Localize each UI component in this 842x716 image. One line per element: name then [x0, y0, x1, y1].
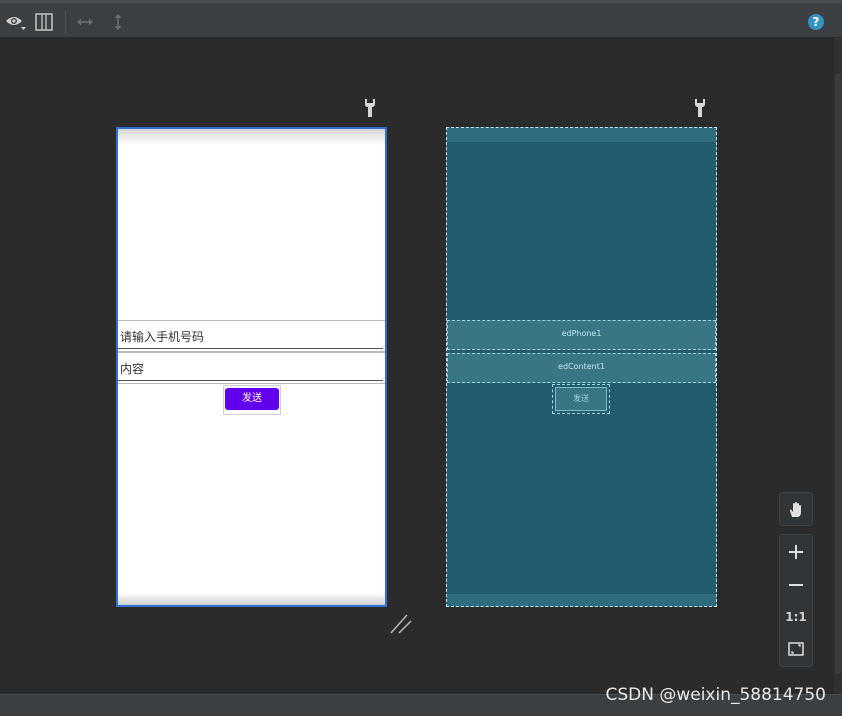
edittext-underline [118, 348, 383, 349]
blueprint-phone-edittext[interactable]: edPhone1 [447, 320, 716, 350]
content-hint-text: 内容 [120, 362, 145, 376]
zoom-in-icon[interactable] [780, 538, 812, 566]
blueprint-surface[interactable]: edPhone1 edContent1 发送 [446, 127, 717, 607]
eye-dropdown-icon[interactable] [5, 11, 27, 33]
blueprint-content-id: edContent1 [558, 362, 605, 371]
zoom-controls-box: 1:1 [779, 534, 813, 667]
horizontal-resize-icon[interactable] [75, 11, 95, 33]
fit-screen-icon[interactable] [780, 635, 812, 663]
nav-bar-shade [118, 593, 385, 605]
pan-box [779, 492, 813, 526]
phone-hint-text: 请输入手机号码 [120, 330, 205, 344]
phone-edittext[interactable]: 请输入手机号码 [118, 320, 385, 352]
blueprint-phone-id: edPhone1 [561, 329, 602, 338]
pan-hand-icon[interactable] [780, 496, 812, 524]
blueprint-nav-bar [447, 594, 716, 606]
blueprint-send-button[interactable]: 发送 [552, 384, 610, 414]
blueprint-send-label: 发送 [555, 387, 607, 411]
wrench-icon[interactable] [363, 98, 377, 118]
blueprint-status-bar [447, 128, 716, 142]
split-view-icon[interactable] [34, 11, 54, 33]
send-button-bounds[interactable]: 发送 [223, 385, 281, 415]
zoom-out-icon[interactable] [780, 571, 812, 599]
design-surface[interactable]: 请输入手机号码 内容 发送 [116, 127, 387, 607]
scrollbar-thumb[interactable] [835, 74, 841, 674]
actual-size-button[interactable]: 1:1 [780, 603, 812, 631]
vertical-resize-icon[interactable] [110, 11, 126, 33]
edittext-underline [118, 380, 383, 381]
vertical-scrollbar[interactable] [834, 38, 842, 694]
design-toolbar: ? [0, 0, 842, 38]
toolbar-separator [65, 11, 66, 33]
resize-handle-icon[interactable] [389, 611, 413, 635]
send-button[interactable]: 发送 [225, 388, 279, 410]
watermark-text: CSDN @weixin_58814750 [605, 685, 826, 705]
help-icon[interactable]: ? [808, 14, 824, 30]
blueprint-content-edittext[interactable]: edContent1 [447, 353, 716, 383]
content-edittext[interactable]: 内容 [118, 352, 385, 384]
wrench-icon[interactable] [693, 98, 707, 118]
status-bar-shade [118, 129, 385, 145]
